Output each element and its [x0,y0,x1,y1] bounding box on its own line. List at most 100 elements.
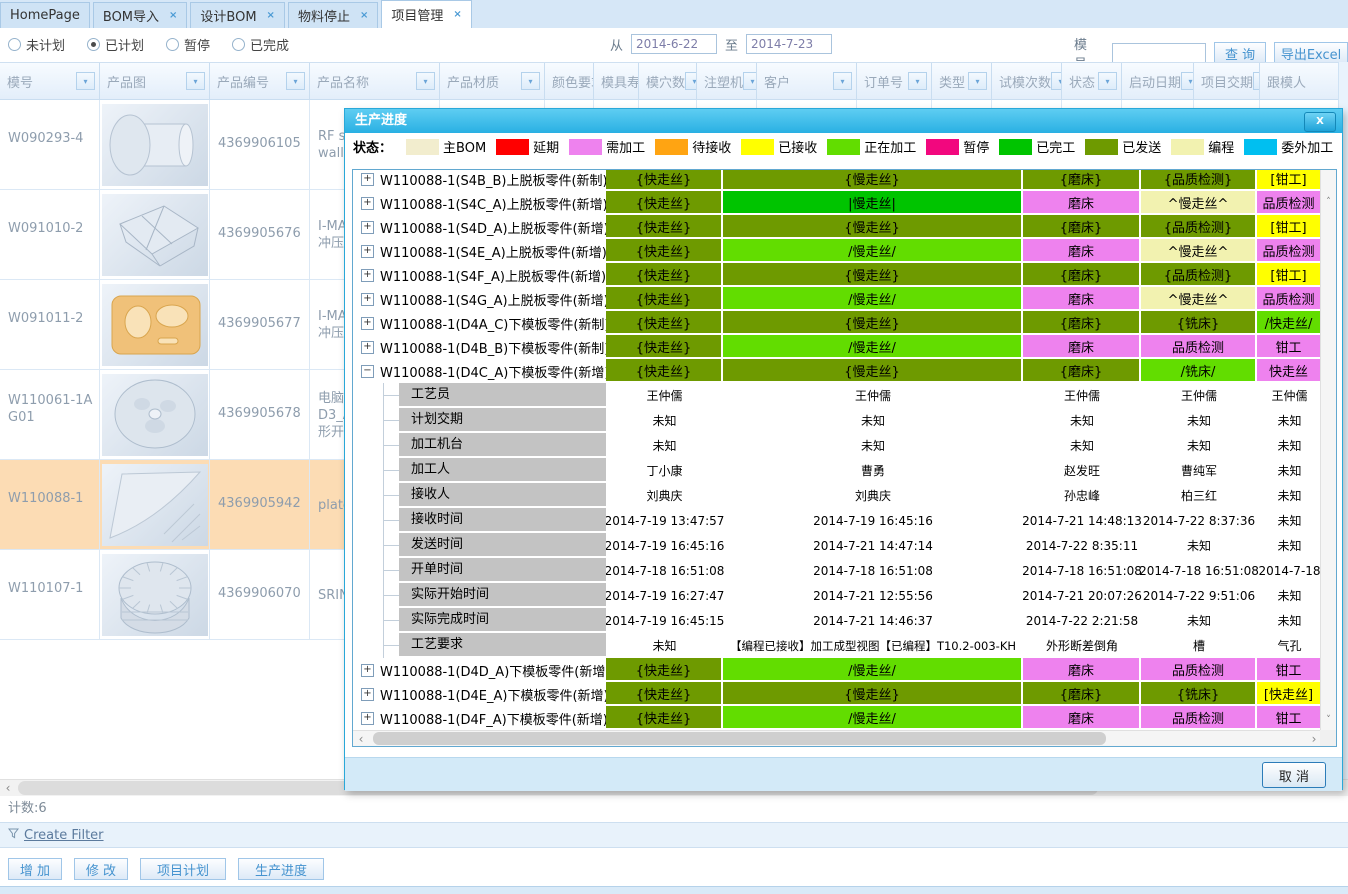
filter-dropdown-button[interactable]: ▾ [685,72,697,90]
date-from-input[interactable] [631,34,717,54]
tree-node-cell: +W110088-1(D4E_A)下模板零件(新增) [353,682,606,706]
filter-dropdown-button[interactable]: ▾ [1181,72,1194,90]
table-header-row: 模号▾产品图▾产品编号▾产品名称▾产品材质▾颜色要求▾模具寿命▾模穴数▾注塑机▾… [0,62,1348,100]
expand-icon[interactable]: + [361,341,374,354]
radio-icon[interactable] [8,38,21,51]
tab-4[interactable]: 项目管理× [381,0,471,28]
search-button[interactable]: 查 询 [1214,42,1266,64]
export-excel-button[interactable]: 导出Excel [1274,42,1348,64]
radio-icon[interactable] [232,38,245,51]
tree-row-22[interactable]: +W110088-1(D4F_A)下模板零件(新增){快走丝}/慢走丝/磨床品质… [353,706,1321,730]
tab-3[interactable]: 物料停止 × [288,2,378,28]
filter-dropdown-button[interactable]: ▾ [743,72,757,90]
detail-value: 未知 [1141,433,1257,458]
tree-row-7[interactable]: +W110088-1(D4B_B)下模板零件(新制){快走丝}/慢走丝/磨床品质… [353,335,1321,359]
status-radio-3[interactable]: 已完成 [232,35,289,54]
dialog-vertical-scrollbar[interactable]: ˄ ˅ [1320,170,1336,732]
expand-icon[interactable]: + [361,317,374,330]
tab-0[interactable]: HomePage [0,2,90,28]
tree-row-8[interactable]: −W110088-1(D4C_A)下模板零件(新增){快走丝}{慢走丝}{磨床}… [353,359,1321,383]
tree-node-cell: +W110088-1(D4B_B)下模板零件(新制) [353,335,606,359]
expand-icon[interactable]: + [361,293,374,306]
legend-item-label: 已完工 [1036,137,1075,156]
tab-label: BOM导入 [103,6,159,25]
dialog-horizontal-scrollbar[interactable]: ‹ › [353,730,1322,746]
mold-no-input[interactable] [1112,43,1206,63]
cancel-button[interactable]: 取 消 [1262,762,1326,788]
radio-icon[interactable] [87,38,100,51]
detail-label: 实际完成时间 [399,608,606,631]
expand-icon[interactable]: + [361,688,374,701]
tree-row-0[interactable]: +W110088-1(S4B_B)上脱板零件(新制){快走丝}{慢走丝}{磨床}… [353,169,1321,191]
status-radio-1[interactable]: 已计划 [87,35,144,54]
tree-row-20[interactable]: +W110088-1(D4D_A)下模板零件(新增){快走丝}/慢走丝/磨床品质… [353,658,1321,682]
tree-row-21[interactable]: +W110088-1(D4E_A)下模板零件(新增){快走丝}{慢走丝}{磨床}… [353,682,1321,706]
filter-dropdown-button[interactable]: ▾ [186,72,205,90]
tab-label: 物料停止 [298,6,350,25]
scroll-left-icon[interactable]: ‹ [353,731,369,747]
tab-label: HomePage [10,8,80,23]
detail-value: 2014-7-19 16:27:47 [606,583,723,608]
status-radio-0[interactable]: 未计划 [8,35,65,54]
filter-dropdown-button[interactable]: ▾ [1253,72,1260,90]
scroll-down-icon[interactable]: ˅ [1321,712,1336,728]
dialog-titlebar[interactable]: 生产进度 X [345,109,1342,133]
tree-row-5[interactable]: +W110088-1(S4G_A)上脱板零件(新增){快走丝}/慢走丝/磨床^慢… [353,287,1321,311]
tab-close-icon[interactable]: × [267,10,275,21]
expand-icon[interactable]: + [361,173,374,186]
status-legend: 状态： 主BOM延期需加工待接收已接收正在加工暂停已完工已发送编程委外加工 [345,133,1342,160]
legend-item-label: 已接收 [778,137,817,156]
filter-dropdown-button[interactable]: ▾ [521,72,540,90]
radio-icon[interactable] [166,38,179,51]
production-progress-button[interactable]: 生产进度 [238,858,324,880]
filter-dropdown-button[interactable]: ▾ [1098,72,1117,90]
product-no-cell: 4369906105 [210,100,310,190]
modify-button[interactable]: 修 改 [74,858,128,880]
create-filter-link[interactable]: Create Filter [24,828,104,843]
tab-2[interactable]: 设计BOM× [190,2,285,28]
scroll-left-icon[interactable]: ‹ [0,780,16,796]
expand-icon[interactable]: + [361,269,374,282]
close-icon[interactable]: X [1304,112,1336,132]
tree-row-1[interactable]: +W110088-1(S4C_A)上脱板零件(新增){快走丝}|慢走丝|磨床^慢… [353,191,1321,215]
tree-row-4[interactable]: +W110088-1(S4F_A)上脱板零件(新增){快走丝}{慢走丝}{磨床}… [353,263,1321,287]
expand-icon[interactable]: + [361,245,374,258]
filter-dropdown-button[interactable]: ▾ [416,72,435,90]
tab-close-icon[interactable]: × [360,10,368,21]
filter-dropdown-button[interactable]: ▾ [76,72,95,90]
expand-icon[interactable]: + [361,664,374,677]
project-plan-button[interactable]: 项目计划 [140,858,226,880]
scroll-up-icon[interactable]: ˄ [1321,194,1336,210]
legend-label: 状态： [353,137,392,156]
filter-dropdown-button[interactable]: ▾ [833,72,852,90]
tree-row-3[interactable]: +W110088-1(S4E_A)上脱板零件(新增){快走丝}/慢走丝/磨床^慢… [353,239,1321,263]
filter-dropdown-button[interactable]: ▾ [968,72,987,90]
collapse-icon[interactable]: − [361,365,374,378]
expand-icon[interactable]: + [361,221,374,234]
process-cell: {快走丝} [606,311,723,335]
column-header-4: 产品材质▾ [440,63,545,99]
scrollbar-thumb[interactable] [373,732,1106,745]
status-radio-2[interactable]: 暂停 [166,35,210,54]
expand-icon[interactable]: + [361,197,374,210]
process-cell: {慢走丝} [723,311,1023,335]
detail-value: 【编程已接收】加工成型视图【已编程】T10.2-003-KH [723,633,1023,658]
detail-value: 2014-7-22 9:51:06 [1141,583,1257,608]
filter-dropdown-button[interactable]: ▾ [1051,72,1062,90]
tab-close-icon[interactable]: × [169,10,177,21]
detail-value: 未知 [1257,533,1322,558]
tree-line [383,520,399,521]
detail-label: 开单时间 [399,558,606,581]
filter-dropdown-button[interactable]: ▾ [286,72,305,90]
detail-value: 曹纯军 [1141,458,1257,483]
add-button[interactable]: 增 加 [8,858,62,880]
filter-dropdown-button[interactable]: ▾ [908,72,927,90]
column-header-1: 产品图▾ [100,63,210,99]
tab-close-icon[interactable]: × [453,9,461,20]
date-to-input[interactable] [746,34,832,54]
column-header-3: 产品名称▾ [310,63,440,99]
tab-1[interactable]: BOM导入 × [93,2,188,28]
expand-icon[interactable]: + [361,712,374,725]
tree-row-6[interactable]: +W110088-1(D4A_C)下模板零件(新制){快走丝}{慢走丝}{磨床}… [353,311,1321,335]
tree-row-2[interactable]: +W110088-1(S4D_A)上脱板零件(新增){快走丝}{慢走丝}{磨床}… [353,215,1321,239]
